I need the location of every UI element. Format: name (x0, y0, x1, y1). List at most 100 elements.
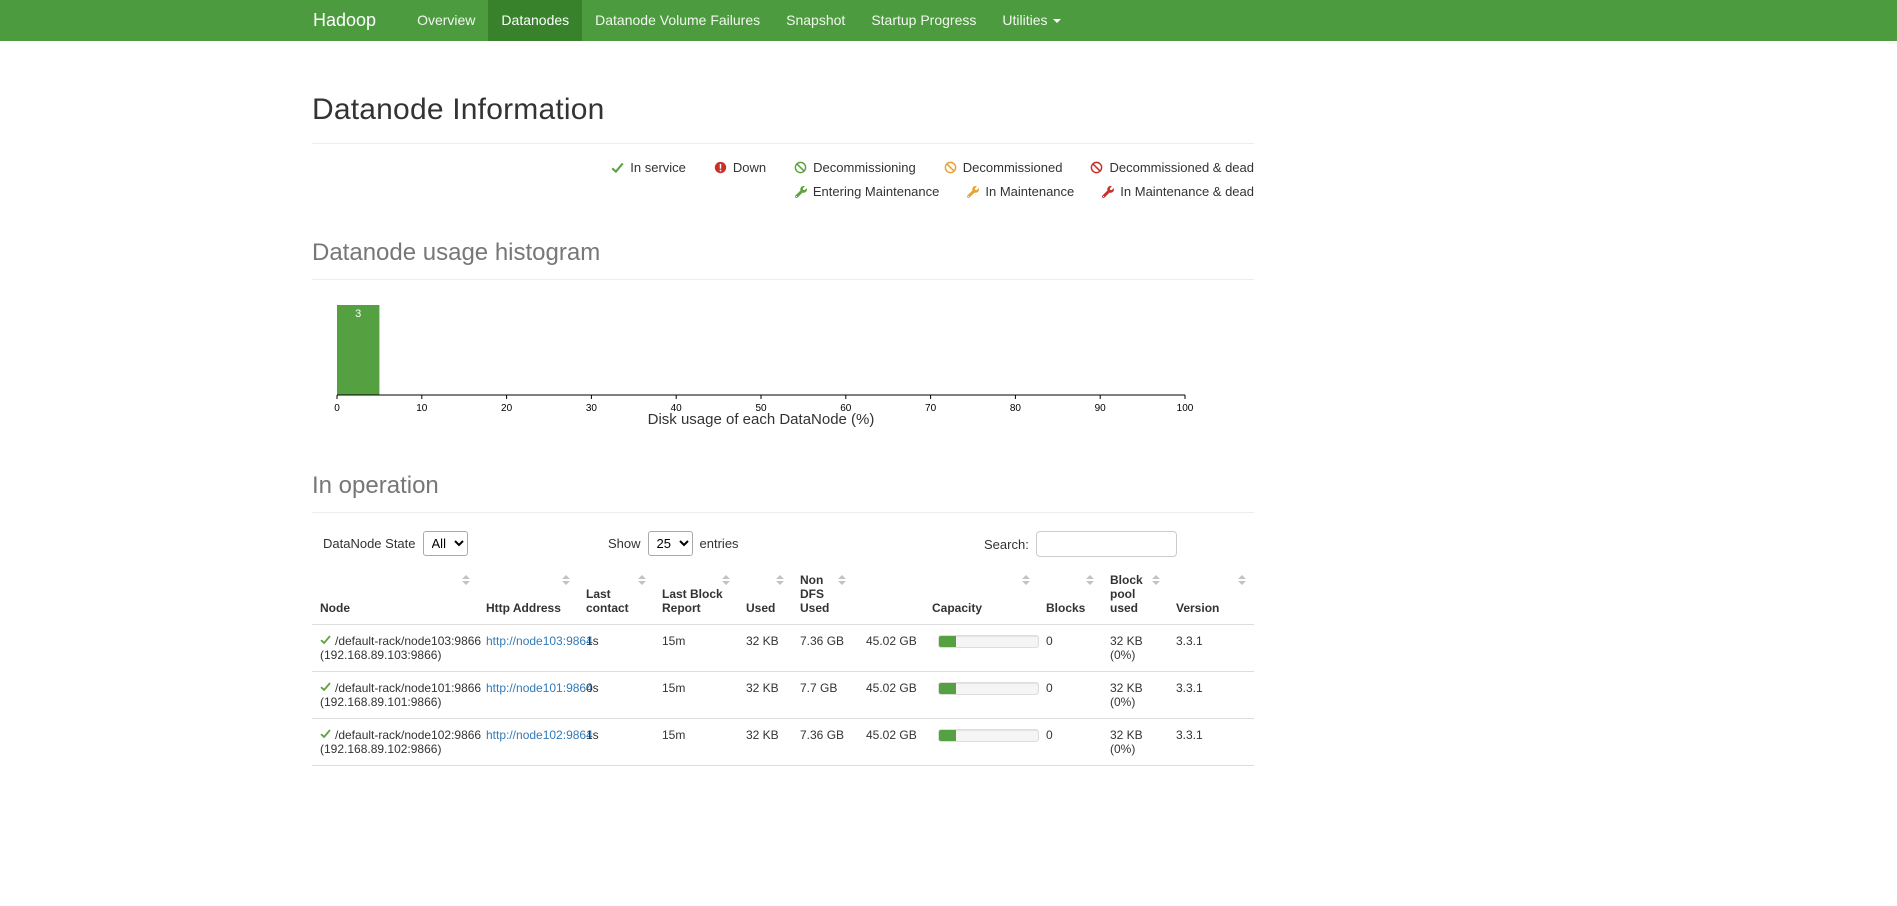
search-input[interactable] (1035, 531, 1177, 557)
capacity-progress-bar (938, 728, 1039, 742)
x-tick-label: 80 (1010, 403, 1022, 414)
table-row: /default-rack/node103:9866 (192.168.89.10… (312, 624, 1254, 672)
version-cell: 3.3.1 (1168, 624, 1254, 672)
datanode-state-select[interactable]: All (422, 531, 468, 556)
nav-datanode-volume-failures[interactable]: Datanode Volume Failures (582, 0, 773, 41)
sort-icon (638, 575, 646, 585)
x-tick-label: 100 (1177, 403, 1194, 414)
http-address-cell: http://node102:9864 (478, 718, 593, 766)
entries-label: entries (699, 536, 739, 551)
divider (312, 143, 1254, 144)
legend-entering-maintenance: Entering Maintenance (794, 184, 939, 199)
nav-datanodes[interactable]: Datanodes (488, 0, 583, 41)
node-ip: (192.168.89.101:9866) (320, 695, 442, 709)
x-tick-label: 0 (334, 403, 340, 414)
used-cell: 32 KB (738, 624, 792, 672)
col-block-pool-used-header[interactable]: Block pool used (1102, 567, 1168, 625)
nav-startup-progress-label: Startup Progress (871, 12, 977, 28)
non-dfs-used-cell: 7.36 GB (792, 718, 854, 766)
wrench-icon (794, 185, 807, 198)
used-cell: 32 KB (738, 671, 792, 719)
sort-icon (1152, 575, 1160, 585)
legend-label: In Maintenance (985, 184, 1075, 199)
legend-label: Decommissioning (813, 160, 916, 175)
col-non-dfs-used-header[interactable]: Non DFS Used (792, 567, 854, 625)
nav-startup-progress[interactable]: Startup Progress (858, 0, 989, 41)
http-address-cell: http://node101:9864 (478, 671, 593, 719)
last-block-report-cell: 15m (654, 671, 738, 719)
nav-overview-label: Overview (417, 12, 476, 28)
datanode-table: Node Http Address Last contact Last Bloc… (312, 567, 1254, 766)
nav-datanodes-label: Datanodes (501, 12, 570, 28)
legend-in-service: In service (611, 160, 686, 175)
brand-hadoop[interactable]: Hadoop (313, 0, 404, 41)
caret-down-icon (1052, 19, 1061, 24)
blocks-cell: 0 (1038, 624, 1102, 672)
last-contact-cell: 0s (578, 671, 654, 719)
sort-icon (562, 575, 570, 585)
col-last-contact-header[interactable]: Last contact (578, 567, 654, 625)
legend-in-maintenance-dead: In Maintenance & dead (1102, 184, 1254, 199)
histogram-heading: Datanode usage histogram (312, 239, 601, 266)
in-service-check-icon (320, 728, 335, 739)
divider (312, 512, 1254, 513)
col-version-header[interactable]: Version (1168, 567, 1254, 625)
node-name: /default-rack/node102:9866 (320, 728, 481, 742)
page-title: Datanode Information (312, 93, 605, 126)
show-label: Show (608, 536, 641, 551)
capacity-progress-bar (938, 634, 1039, 648)
table-controls: DataNode State All Show 25 entries Searc… (312, 529, 1254, 561)
legend-row-1: In service Down Decommissioning Decommis… (611, 160, 1254, 175)
nav-overview[interactable]: Overview (404, 0, 488, 41)
capacity-progress-fill (939, 729, 956, 741)
node-name: /default-rack/node101:9866 (320, 681, 481, 695)
http-address-link[interactable]: http://node103:9864 (486, 634, 593, 648)
x-tick-label: 90 (1095, 403, 1107, 414)
entries-select[interactable]: 25 (647, 531, 693, 556)
sort-icon (1022, 575, 1030, 585)
datanode-table-body: /default-rack/node103:9866 (192.168.89.10… (312, 624, 1254, 766)
sort-icon (462, 575, 470, 585)
version-cell: 3.3.1 (1168, 718, 1254, 766)
node-ip: (192.168.89.103:9866) (320, 648, 442, 662)
capacity-value: 45.02 GB (866, 634, 917, 648)
sort-icon (1086, 575, 1094, 585)
nav-snapshot-label: Snapshot (786, 12, 846, 28)
col-last-block-report-header[interactable]: Last Block Report (654, 567, 738, 625)
col-blocks-header[interactable]: Blocks (1038, 567, 1102, 625)
capacity-value: 45.02 GB (866, 728, 917, 742)
http-address-link[interactable]: http://node101:9864 (486, 681, 593, 695)
col-used-header[interactable]: Used (738, 567, 792, 625)
legend-down: Down (714, 160, 766, 175)
bar-value-label: 3 (355, 308, 361, 320)
exclamation-circle-icon (714, 161, 727, 174)
version-cell: 3.3.1 (1168, 671, 1254, 719)
blocks-cell: 0 (1038, 671, 1102, 719)
non-dfs-used-cell: 7.36 GB (792, 624, 854, 672)
http-address-link[interactable]: http://node102:9864 (486, 728, 593, 742)
last-block-report-cell: 15m (654, 718, 738, 766)
col-node-header[interactable]: Node (312, 567, 478, 625)
navbar-menu: Overview Datanodes Datanode Volume Failu… (404, 0, 1073, 41)
col-capacity-header[interactable]: Capacity (854, 567, 1038, 625)
table-row: /default-rack/node102:9866 (192.168.89.10… (312, 718, 1254, 766)
datanode-state-label: DataNode State (323, 536, 416, 551)
col-http-address-header[interactable]: Http Address (478, 567, 578, 625)
legend-decommissioned-dead: Decommissioned & dead (1090, 160, 1254, 175)
non-dfs-used-cell: 7.7 GB (792, 671, 854, 719)
legend-decommissioning: Decommissioning (794, 160, 916, 175)
table-header-row: Node Http Address Last contact Last Bloc… (312, 567, 1254, 625)
x-axis-label: Disk usage of each DataNode (%) (648, 411, 875, 428)
check-icon (611, 161, 624, 174)
last-contact-cell: 1s (578, 718, 654, 766)
x-tick-label: 20 (501, 403, 513, 414)
legend-label: Decommissioned & dead (1109, 160, 1254, 175)
x-tick-label: 30 (586, 403, 598, 414)
block-pool-used-cell: 32 KB (0%) (1102, 718, 1168, 766)
nav-snapshot[interactable]: Snapshot (773, 0, 858, 41)
nav-utilities[interactable]: Utilities (989, 0, 1073, 41)
capacity-progress-bar (938, 681, 1039, 695)
used-cell: 32 KB (738, 718, 792, 766)
wrench-icon (967, 185, 980, 198)
sort-icon (776, 575, 784, 585)
